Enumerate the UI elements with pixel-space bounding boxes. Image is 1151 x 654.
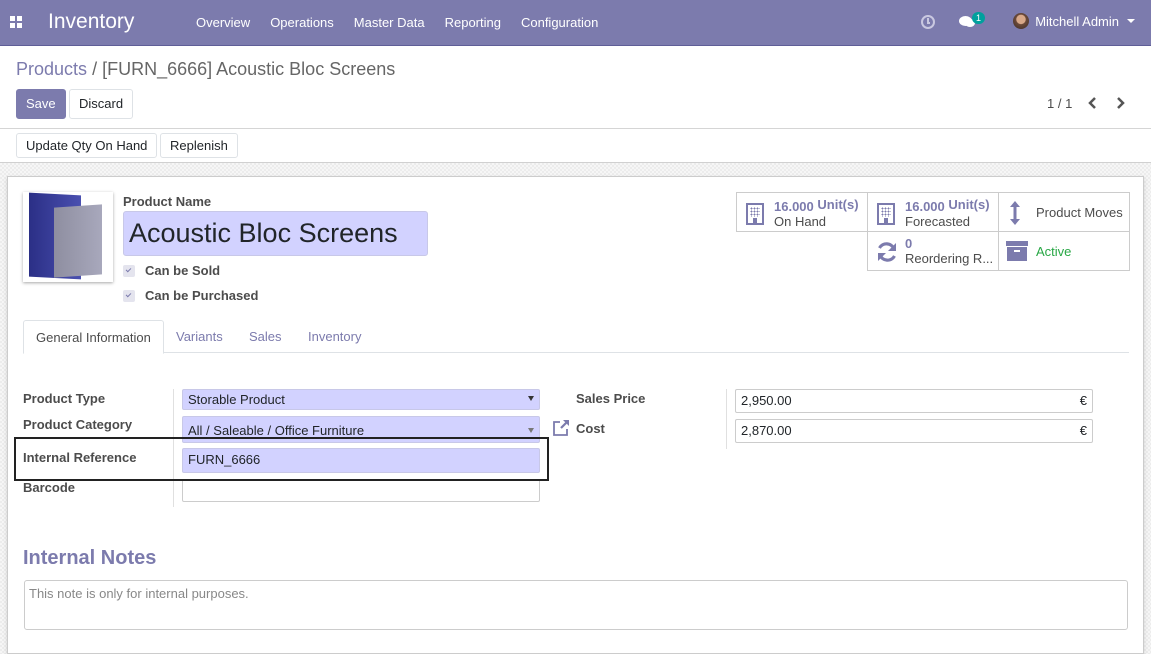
tab-variants[interactable]: Variants — [164, 320, 235, 354]
field-separator — [726, 389, 727, 449]
reordering-value: 0 — [905, 236, 913, 251]
top-navbar: Inventory Overview Operations Master Dat… — [0, 0, 1151, 46]
tab-general-information[interactable]: General Information — [23, 320, 164, 354]
pager-value: 1 / 1 — [1047, 96, 1073, 111]
menu-configuration[interactable]: Configuration — [511, 0, 608, 46]
menu-overview[interactable]: Overview — [186, 0, 260, 46]
save-button[interactable]: Save — [16, 89, 66, 119]
image-panel-front — [54, 204, 102, 278]
internal-notes-title: Internal Notes — [23, 547, 157, 569]
product-moves-label: Product Moves — [1036, 205, 1123, 220]
can-be-purchased-checkbox[interactable] — [123, 290, 135, 302]
refresh-icon — [878, 242, 896, 262]
breadcrumb-separator: / — [92, 59, 98, 79]
notebook-tabs: General Information Variants Sales Inven… — [23, 320, 1129, 354]
apps-grid-icon[interactable] — [10, 16, 22, 28]
tab-inventory[interactable]: Inventory — [296, 320, 373, 354]
pager-next-button[interactable] — [1113, 96, 1127, 110]
reordering-label: Reordering R... — [905, 251, 994, 266]
internal-notes-textarea[interactable]: This note is only for internal purposes. — [24, 580, 1128, 630]
cost-value: 2,870.00 — [741, 423, 792, 438]
breadcrumb: Products / [FURN_6666] Acoustic Bloc Scr… — [16, 59, 395, 80]
on-hand-smart-button[interactable]: 16.000 Unit(s) On Hand — [736, 192, 868, 232]
external-link-icon[interactable] — [551, 418, 571, 438]
field-separator — [173, 389, 174, 507]
forecasted-unit: Unit(s) — [948, 197, 990, 212]
on-hand-label: On Hand — [774, 214, 827, 229]
menu-master-data[interactable]: Master Data — [344, 0, 435, 46]
forecasted-text: 16.000 Unit(s) Forecasted — [905, 197, 990, 229]
barcode-label: Barcode — [23, 480, 76, 495]
chevron-left-icon — [1088, 97, 1096, 109]
breadcrumb-products[interactable]: Products — [16, 59, 87, 79]
product-type-select[interactable]: Storable Product — [182, 389, 540, 410]
can-be-sold-label[interactable]: Can be Sold — [145, 263, 220, 278]
cost-label: Cost — [576, 421, 605, 436]
dropdown-arrow-icon — [528, 428, 534, 433]
replenish-button[interactable]: Replenish — [160, 133, 238, 158]
up-down-arrow-icon — [1010, 201, 1020, 225]
archive-icon — [1006, 241, 1028, 261]
divider — [0, 128, 1151, 129]
currency-symbol: € — [1079, 423, 1087, 438]
product-category-label: Product Category — [23, 417, 133, 432]
chat-badge: 1 — [972, 12, 986, 24]
active-label: Active — [1036, 244, 1072, 259]
caret-down-icon — [1127, 19, 1135, 23]
sales-price-label: Sales Price — [576, 391, 646, 406]
building-icon — [746, 203, 764, 225]
can-be-sold-checkbox[interactable] — [123, 265, 135, 277]
discard-button[interactable]: Discard — [69, 89, 134, 119]
pager-previous-button[interactable] — [1086, 96, 1100, 110]
product-image[interactable] — [23, 192, 113, 282]
product-category-select[interactable]: All / Saleable / Office Furniture — [182, 416, 540, 443]
currency-symbol: € — [1079, 393, 1087, 408]
building-icon — [877, 203, 895, 225]
sales-price-input[interactable]: 2,950.00 € — [735, 389, 1093, 413]
chevron-right-icon — [1117, 97, 1125, 109]
user-menu[interactable]: Mitchell Admin — [1013, 13, 1135, 29]
cost-input[interactable]: 2,870.00 € — [735, 419, 1093, 443]
on-hand-text: 16.000 Unit(s) On Hand — [774, 197, 859, 229]
clock-icon[interactable] — [921, 15, 935, 29]
on-hand-value: 16.000 — [774, 199, 814, 214]
app-title[interactable]: Inventory — [48, 10, 134, 34]
forecasted-smart-button[interactable]: 16.000 Unit(s) Forecasted — [867, 192, 999, 232]
breadcrumb-current: [FURN_6666] Acoustic Bloc Screens — [102, 59, 396, 79]
chat-icon — [959, 16, 975, 27]
product-name-input[interactable]: Acoustic Bloc Screens — [123, 211, 428, 256]
on-hand-unit: Unit(s) — [817, 197, 859, 212]
reordering-text: 0 Reordering R... — [905, 236, 993, 266]
tab-sales[interactable]: Sales — [237, 320, 294, 354]
update-qty-on-hand-button[interactable]: Update Qty On Hand — [16, 133, 158, 158]
product-moves-smart-button[interactable]: Product Moves — [998, 192, 1130, 232]
internal-reference-label: Internal Reference — [23, 450, 137, 465]
can-be-purchased-label[interactable]: Can be Purchased — [145, 288, 258, 303]
messages-button[interactable]: 1 — [959, 12, 989, 32]
forecasted-label: Forecasted — [905, 214, 971, 229]
product-type-value: Storable Product — [188, 392, 285, 407]
main-menu: Overview Operations Master Data Reportin… — [186, 0, 608, 46]
dropdown-arrow-icon — [528, 396, 534, 401]
product-name-label: Product Name — [123, 194, 212, 209]
menu-operations[interactable]: Operations — [260, 0, 344, 46]
menu-reporting[interactable]: Reporting — [435, 0, 511, 46]
active-toggle-smart-button[interactable]: Active — [998, 231, 1130, 271]
internal-reference-input[interactable]: FURN_6666 — [182, 448, 540, 473]
forecasted-value: 16.000 — [905, 199, 945, 214]
product-type-label: Product Type — [23, 391, 106, 406]
reordering-rules-smart-button[interactable]: 0 Reordering R... — [867, 231, 999, 271]
user-name: Mitchell Admin — [1035, 13, 1119, 29]
product-category-value: All / Saleable / Office Furniture — [188, 423, 365, 438]
barcode-input[interactable] — [182, 479, 540, 502]
sales-price-value: 2,950.00 — [741, 393, 792, 408]
avatar — [1013, 13, 1030, 29]
